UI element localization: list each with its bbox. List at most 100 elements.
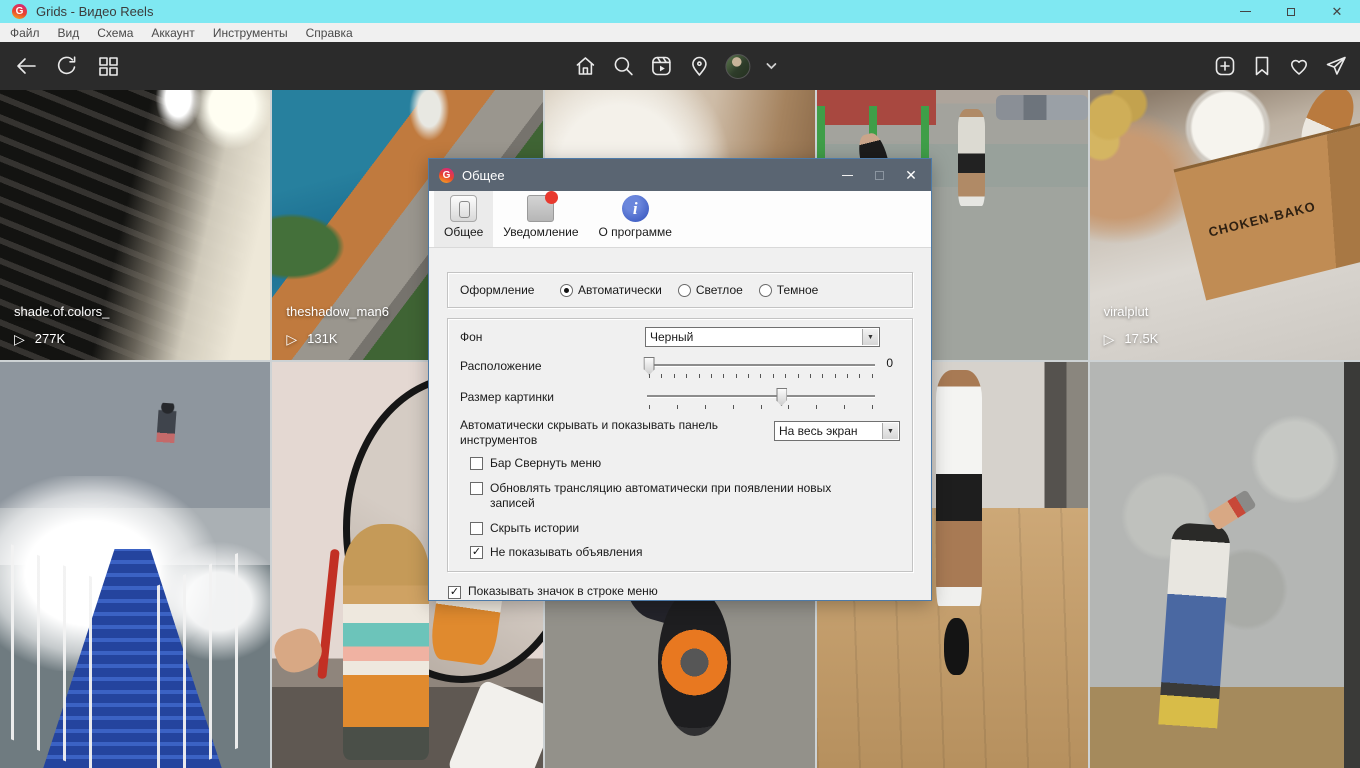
video-tile-plastering[interactable]: [1090, 362, 1360, 768]
avatar[interactable]: [725, 54, 750, 79]
checkbox-icon[interactable]: ✓: [470, 482, 483, 495]
slider-ticks: [649, 405, 873, 409]
checkbox-icon[interactable]: ✓: [470, 546, 483, 559]
tile-view-count: 277K: [35, 331, 65, 346]
settings-group: Фон Черный ▼ Расположение: [447, 318, 913, 572]
slider-thumb[interactable]: [776, 388, 787, 406]
radio-light[interactable]: Светлое: [678, 283, 743, 297]
close-button[interactable]: ✕: [1314, 0, 1360, 23]
checkbox-hide-stories[interactable]: ✓ Скрыть истории: [470, 521, 900, 537]
toolbar-center: [573, 42, 778, 90]
back-icon[interactable]: [14, 54, 38, 78]
toolbar-left: [14, 42, 120, 90]
checkbox-collapse-menu[interactable]: ✓ Бар Свернуть меню: [470, 456, 900, 472]
menu-account[interactable]: Аккаунт: [142, 23, 203, 42]
checkbox-label: Показывать значок в строке меню: [468, 584, 658, 600]
radio-icon[interactable]: [759, 284, 772, 297]
location-icon[interactable]: [687, 54, 711, 78]
menu-file[interactable]: Файл: [1, 23, 49, 42]
menu-view[interactable]: Вид: [49, 23, 89, 42]
tile-meta: shade.of.colors_ ▷277K: [14, 304, 109, 346]
tab-notifications[interactable]: Уведомление: [493, 191, 588, 247]
notification-icon: [527, 195, 554, 222]
background-label: Фон: [460, 327, 645, 344]
dialog-close-button[interactable]: ✕: [895, 159, 927, 191]
checkbox-auto-refresh[interactable]: ✓ Обновлять трансляцию автоматически при…: [470, 481, 900, 512]
appearance-group: Оформление Автоматически Светлое Темное: [447, 272, 913, 308]
tab-general[interactable]: Общее: [434, 191, 493, 247]
tile-username[interactable]: shade.of.colors_: [14, 304, 109, 319]
settings-dialog: G Общее ✕ Общее Уведомление i О программ…: [428, 158, 932, 601]
decor-cars: [996, 95, 1088, 119]
tile-username[interactable]: theshadow_man6: [286, 304, 389, 319]
checkbox-icon[interactable]: ✓: [448, 586, 461, 599]
add-post-icon[interactable]: [1213, 54, 1237, 78]
tab-label: О программе: [599, 225, 672, 239]
dialog-maximize-button: [863, 159, 895, 191]
chevron-down-icon[interactable]: ▼: [862, 329, 878, 345]
image-size-slider[interactable]: [645, 387, 877, 413]
home-icon[interactable]: [573, 54, 597, 78]
slider-thumb[interactable]: [644, 357, 655, 375]
menu-help[interactable]: Справка: [297, 23, 362, 42]
radio-label: Светлое: [696, 283, 743, 297]
minimize-icon: [842, 175, 853, 176]
video-tile-coinbank[interactable]: CHOKEN-BAKO viralplut ▷17.5K: [1090, 90, 1360, 360]
maximize-icon: [875, 171, 884, 180]
radio-dark[interactable]: Темное: [759, 283, 819, 297]
slider-track[interactable]: [647, 395, 875, 398]
minimize-button[interactable]: [1222, 0, 1268, 23]
toolbar-right: [1213, 42, 1348, 90]
video-tile-escalator[interactable]: shade.of.colors_ ▷277K: [0, 90, 270, 360]
checkbox-label: Обновлять трансляцию автоматически при п…: [490, 481, 870, 512]
decor-person: [155, 402, 177, 461]
tile-username[interactable]: viralplut: [1104, 304, 1159, 319]
search-icon[interactable]: [611, 54, 635, 78]
dialog-controls: ✕: [831, 159, 927, 191]
share-icon[interactable]: [1324, 54, 1348, 78]
window-titlebar: G Grids - Видео Reels ✕: [0, 0, 1360, 23]
decor-puppy: [944, 618, 968, 675]
dialog-minimize-button[interactable]: [831, 159, 863, 191]
reels-icon[interactable]: [649, 54, 673, 78]
refresh-icon[interactable]: [55, 54, 79, 78]
menu-layout[interactable]: Схема: [88, 23, 142, 42]
decor-person: [1158, 523, 1232, 738]
checkbox-hide-ads[interactable]: ✓ Не показывать объявления: [470, 545, 900, 561]
window-controls: ✕: [1222, 0, 1360, 23]
slider-track[interactable]: [647, 364, 875, 367]
window-title: Grids - Видео Reels: [36, 4, 153, 19]
decor-box: CHOKEN-BAKO: [1173, 122, 1360, 300]
radio-auto[interactable]: Автоматически: [560, 283, 662, 297]
tab-about[interactable]: i О программе: [589, 191, 682, 247]
dialog-title: Общее: [462, 168, 505, 183]
dialog-tab-strip: Общее Уведомление i О программе: [429, 191, 931, 248]
restore-button[interactable]: [1268, 0, 1314, 23]
background-select[interactable]: Черный ▼: [645, 327, 880, 347]
tab-label: Общее: [444, 225, 483, 239]
toolbar-autohide-select[interactable]: На весь экран ▼: [774, 421, 900, 441]
radio-icon[interactable]: [678, 284, 691, 297]
decor-pillow: [446, 679, 542, 768]
about-icon: i: [622, 195, 649, 222]
decor-person: [958, 109, 985, 206]
app-window: G Grids - Видео Reels ✕ Файл Вид Схема А…: [0, 0, 1360, 768]
checkbox-icon[interactable]: ✓: [470, 457, 483, 470]
tile-view-count: 17.5K: [1124, 331, 1158, 346]
grid-view-icon[interactable]: [96, 54, 120, 78]
close-icon: ✕: [1332, 5, 1343, 18]
heart-icon[interactable]: [1287, 54, 1311, 78]
radio-icon[interactable]: [560, 284, 573, 297]
position-slider[interactable]: 0: [645, 356, 877, 382]
menu-tools[interactable]: Инструменты: [204, 23, 297, 42]
app-logo-icon: G: [12, 4, 27, 19]
general-icon: [450, 195, 477, 222]
toolbar: [0, 42, 1360, 90]
bookmark-icon[interactable]: [1250, 54, 1274, 78]
checkbox-icon[interactable]: ✓: [470, 522, 483, 535]
checkbox-tray-icon[interactable]: ✓ Показывать значок в строке меню: [448, 584, 913, 600]
video-tile-pier[interactable]: [0, 362, 270, 768]
chevron-down-icon[interactable]: [764, 59, 778, 73]
chevron-down-icon[interactable]: ▼: [882, 423, 898, 439]
appearance-label: Оформление: [460, 283, 560, 297]
